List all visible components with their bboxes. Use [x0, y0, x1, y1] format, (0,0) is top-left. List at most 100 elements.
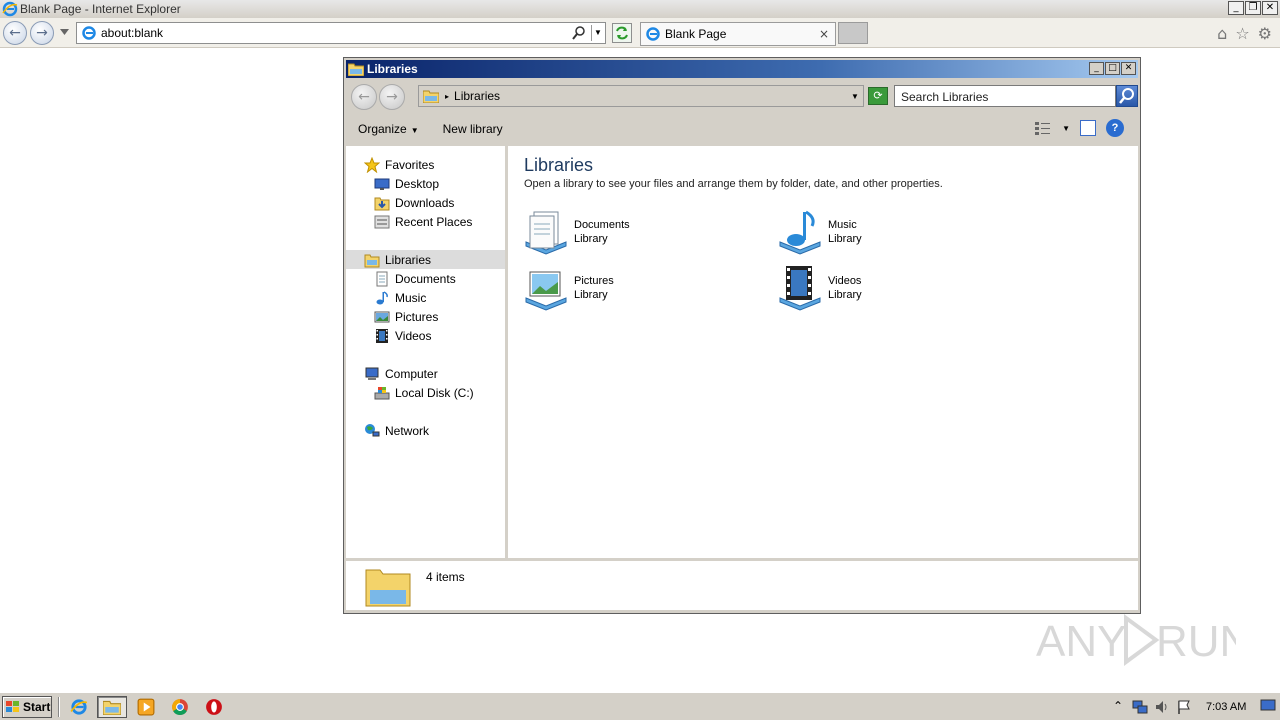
taskbar-windows-explorer[interactable] — [97, 696, 127, 718]
content-pane: Libraries Open a library to see your fil… — [508, 146, 1138, 558]
library-tile-pictures[interactable]: Pictures Library — [522, 264, 762, 312]
library-kind: Library — [828, 233, 862, 245]
tab-close-icon[interactable]: × — [817, 27, 831, 41]
music-library-icon — [779, 210, 821, 255]
nav-computer[interactable]: Computer — [364, 364, 438, 383]
tab-blank-page[interactable]: Blank Page × — [640, 22, 836, 46]
settings-icon[interactable]: ⚙ — [1258, 24, 1272, 43]
nav-favorites-label: Favorites — [385, 157, 435, 172]
library-name: Videos — [828, 275, 862, 287]
show-hidden-icons-icon[interactable]: ⌃ — [1110, 699, 1126, 715]
svg-text:ANY: ANY — [1036, 617, 1126, 666]
taskbar-media-player[interactable] — [131, 696, 161, 718]
volume-icon[interactable] — [1154, 699, 1170, 715]
library-kind: Library — [828, 289, 862, 301]
action-center-flag-icon[interactable] — [1176, 699, 1192, 715]
library-name: Pictures — [574, 275, 614, 287]
refresh-icon — [616, 26, 628, 40]
new-library-button[interactable]: New library — [431, 122, 515, 136]
taskbar-internet-explorer[interactable] — [64, 696, 94, 718]
nav-videos-label: Videos — [395, 328, 432, 343]
item-count: 4 items — [426, 570, 465, 584]
browser-close-button[interactable]: ✕ — [1262, 1, 1278, 15]
show-desktop-icon[interactable] — [1260, 697, 1276, 713]
nav-music[interactable]: Music — [374, 288, 426, 307]
browser-minimize-button[interactable]: _ — [1228, 1, 1244, 15]
new-tab-button[interactable] — [838, 22, 868, 44]
nav-desktop[interactable]: Desktop — [374, 174, 439, 193]
address-bar[interactable]: about:blank ▼ — [76, 22, 606, 44]
start-button[interactable]: Start — [2, 696, 52, 718]
toolbar-right-controls: ▼ ? — [1034, 119, 1124, 137]
nav-desktop-label: Desktop — [395, 176, 440, 191]
nav-pictures-label: Pictures — [395, 309, 439, 324]
clock[interactable]: 7:03 AM — [1206, 701, 1246, 713]
picture-icon — [374, 311, 390, 322]
nav-network-label: Network — [385, 423, 430, 438]
breadcrumb-separator-icon[interactable]: ▸ — [445, 92, 449, 101]
preview-pane-icon[interactable] — [1080, 120, 1096, 136]
browser-forward-button[interactable]: → — [30, 21, 54, 45]
nav-libraries[interactable]: Libraries — [346, 250, 505, 269]
network-status-icon[interactable] — [1132, 699, 1148, 715]
breadcrumb[interactable]: ▸ Libraries ▼ — [418, 85, 864, 107]
explorer-refresh-button[interactable]: ⟳ — [868, 87, 888, 105]
nav-pictures[interactable]: Pictures — [374, 307, 438, 326]
details-pane: 4 items — [346, 560, 1138, 610]
libraries-folder-large-icon — [365, 569, 411, 607]
explorer-maximize-button[interactable]: □ — [1105, 62, 1120, 75]
anyrun-watermark-logo: ANY RUN — [1036, 614, 1236, 666]
explorer-forward-button[interactable]: → — [379, 84, 405, 110]
taskbar-chrome[interactable] — [165, 696, 195, 718]
explorer-back-button[interactable]: ← — [351, 84, 377, 110]
documents-library-icon — [525, 211, 567, 255]
favorites-icon[interactable]: ☆ — [1235, 24, 1249, 43]
nav-favorites[interactable]: Favorites — [364, 155, 434, 174]
library-tile-music[interactable]: Music Library — [776, 208, 1016, 256]
libraries-icon — [364, 254, 380, 267]
nav-documents[interactable]: Documents — [374, 269, 456, 288]
libraries-folder-icon — [348, 63, 364, 76]
library-name: Documents — [574, 219, 630, 231]
nav-videos[interactable]: Videos — [374, 326, 431, 345]
address-dropdown-button[interactable]: ▼ — [591, 25, 604, 41]
browser-back-button[interactable]: ← — [3, 21, 27, 45]
breadcrumb-libraries[interactable]: Libraries — [454, 89, 847, 103]
organize-button[interactable]: Organize ▼ — [346, 122, 431, 136]
desktop-icon — [374, 178, 390, 190]
nav-network[interactable]: Network — [364, 421, 429, 440]
breadcrumb-dropdown-icon[interactable]: ▼ — [847, 92, 863, 101]
taskbar-opera[interactable] — [199, 696, 229, 718]
history-dropdown-icon[interactable] — [60, 29, 69, 35]
view-dropdown-icon[interactable]: ▼ — [1062, 124, 1070, 133]
home-icon[interactable]: ⌂ — [1217, 24, 1227, 43]
nav-computer-label: Computer — [385, 366, 438, 381]
library-tile-videos[interactable]: Videos Library — [776, 264, 1016, 312]
explorer-close-button[interactable]: ✕ — [1121, 62, 1136, 75]
star-icon — [364, 156, 380, 173]
organize-dropdown-icon: ▼ — [410, 126, 419, 135]
compat-refresh-button[interactable] — [612, 23, 632, 43]
nav-downloads[interactable]: Downloads — [374, 193, 454, 212]
video-icon — [376, 328, 388, 343]
local-disk-icon — [374, 386, 390, 399]
change-view-icon[interactable] — [1034, 120, 1052, 136]
nav-local-disk[interactable]: Local Disk (C:) — [374, 383, 474, 402]
search-button[interactable] — [1116, 85, 1138, 107]
explorer-navbar: ← → ▸ Libraries ▼ ⟳ Search Libraries — [346, 80, 1138, 112]
library-tile-documents[interactable]: Documents Library — [522, 208, 762, 256]
explorer-minimize-button[interactable]: _ — [1089, 62, 1104, 75]
explorer-window: Libraries _ □ ✕ ← → ▸ Libraries ▼ ⟳ Sear… — [343, 57, 1141, 614]
browser-restore-button[interactable]: ❐ — [1245, 1, 1261, 15]
nav-recent-places[interactable]: Recent Places — [374, 212, 472, 231]
address-text[interactable]: about:blank — [101, 26, 571, 40]
system-tray: ⌃ 7:03 AM — [1104, 695, 1280, 719]
search-libraries-input[interactable]: Search Libraries — [894, 85, 1116, 107]
taskbar: Start ⌃ 7:03 AM — [0, 692, 1280, 720]
search-icon[interactable] — [571, 25, 587, 41]
taskbar-separator — [58, 697, 60, 717]
documents-library-text: Documents Library — [574, 218, 630, 246]
network-icon — [365, 423, 380, 436]
help-icon[interactable]: ? — [1106, 119, 1124, 137]
opera-icon — [206, 699, 222, 715]
